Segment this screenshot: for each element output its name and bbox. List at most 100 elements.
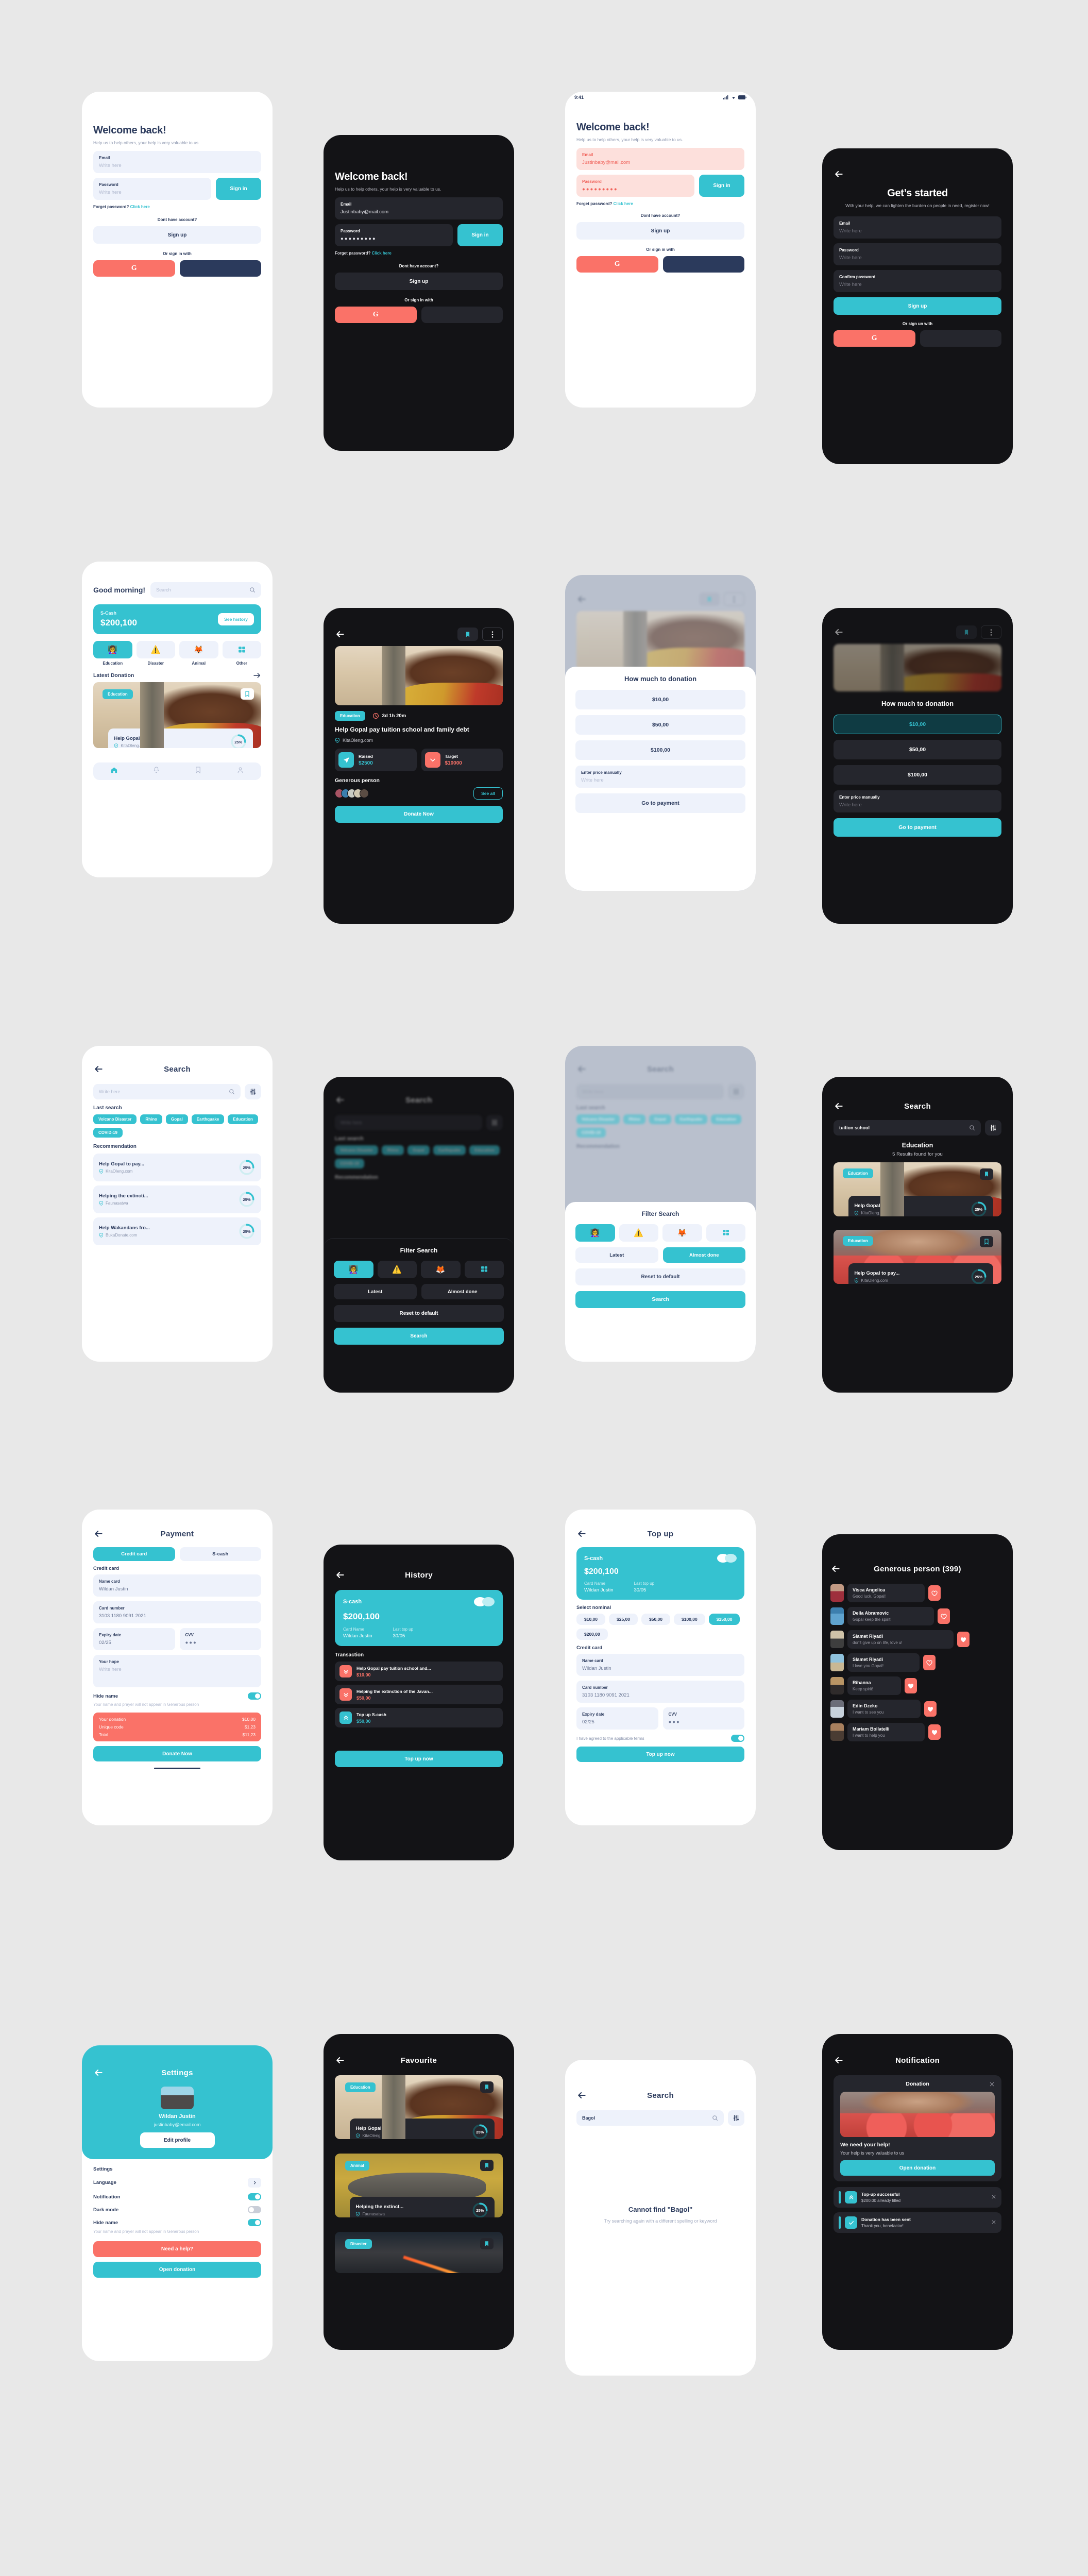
list-item[interactable]: Slamet Riyadi I love you Gopal! — [830, 1653, 1005, 1672]
expiry-input[interactable]: 02/25 — [99, 1640, 169, 1646]
amount-option-100[interactable]: $100,00 — [834, 765, 1001, 785]
donate-now-button[interactable]: Donate Now — [335, 806, 503, 823]
back-button[interactable] — [576, 1529, 587, 1539]
back-button[interactable] — [93, 1529, 104, 1539]
manual-price-field[interactable]: Enter price manually Write here — [575, 766, 745, 788]
tab-profile[interactable] — [236, 766, 244, 776]
nominal-option-selected[interactable]: $150,00 — [708, 1614, 740, 1625]
expiry-field[interactable]: Expiry date 02/25 — [576, 1707, 658, 1730]
forget-password-link[interactable]: Click here — [372, 251, 392, 256]
like-button[interactable] — [957, 1632, 970, 1647]
more-options-button[interactable] — [724, 592, 744, 606]
sort-latest-button[interactable]: Latest — [334, 1284, 417, 1299]
cvv-field[interactable]: CVV ●●● — [662, 1707, 744, 1730]
search-chip[interactable]: COVID-19 — [335, 1159, 364, 1168]
manual-price-input[interactable]: Write here — [581, 777, 740, 783]
hide-name-toggle[interactable] — [248, 1692, 261, 1700]
notification-item[interactable]: Donation has been sent Thank you, benefa… — [834, 2212, 1001, 2233]
search-chip[interactable]: Gopal — [649, 1114, 671, 1124]
bookmark-button[interactable] — [241, 688, 254, 700]
bookmark-button[interactable] — [457, 628, 478, 641]
sort-latest-button[interactable]: Latest — [575, 1247, 658, 1263]
confirm-password-input[interactable]: Write here — [839, 282, 996, 287]
password-field[interactable]: Password Write here — [93, 178, 211, 200]
topup-now-button[interactable]: Top up now — [335, 1751, 503, 1767]
email-input[interactable]: Justinbaby@mail.com — [341, 209, 497, 215]
list-item[interactable]: Help Gopal to pay... KitaOleng.com 25% — [93, 1154, 261, 1181]
notification-item[interactable]: Top-up successful $200.00 already filled — [834, 2187, 1001, 2208]
category-education[interactable]: 👩‍🏫 Education — [93, 641, 132, 666]
signup-button[interactable]: Sign up — [834, 297, 1001, 315]
back-button[interactable] — [834, 2055, 844, 2065]
filter-category-animal[interactable]: 🦊 — [421, 1261, 461, 1278]
nominal-option[interactable]: $200,00 — [576, 1629, 608, 1640]
search-chip[interactable]: Gopal — [166, 1114, 188, 1124]
search-chip[interactable]: Earthquake — [674, 1114, 708, 1124]
signup-button[interactable]: Sign up — [576, 222, 744, 240]
like-button[interactable] — [928, 1724, 941, 1740]
close-button[interactable] — [991, 2193, 996, 2202]
back-button[interactable] — [576, 1064, 587, 1074]
filter-category-other[interactable] — [706, 1224, 745, 1242]
google-signin-button[interactable]: G — [93, 260, 175, 277]
search-chip[interactable]: Volcano Disaster — [335, 1145, 379, 1155]
forget-password-link[interactable]: Click here — [614, 201, 633, 206]
back-button[interactable] — [576, 2090, 587, 2100]
filter-category-disaster[interactable]: ⚠️ — [377, 1261, 417, 1278]
see-all-button[interactable]: See all — [473, 787, 503, 800]
cvv-input[interactable]: ●●● — [185, 1640, 256, 1646]
expiry-field[interactable]: Expiry date 02/25 — [93, 1628, 175, 1650]
amount-option-50[interactable]: $50,00 — [834, 740, 1001, 759]
tab-notifications[interactable] — [152, 766, 160, 776]
category-disaster[interactable]: ⚠️ Disaster — [136, 641, 175, 666]
password-field[interactable]: Password ●●●●●●●●● — [576, 175, 694, 197]
search-chip[interactable]: Education — [228, 1114, 258, 1124]
transaction-row[interactable]: Top up S-cash $50,00 — [335, 1708, 503, 1727]
sort-almost-done-button[interactable]: Almost done — [421, 1284, 504, 1299]
search-chip[interactable]: Earthquake — [191, 1114, 225, 1124]
password-input[interactable]: ●●●●●●●●● — [582, 187, 689, 192]
edit-profile-button[interactable]: Edit profile — [140, 2132, 215, 2148]
manual-price-field[interactable]: Enter price manually Write here — [834, 790, 1001, 812]
email-input[interactable]: Write here — [839, 228, 996, 234]
search-chip[interactable]: Volcano Disaster — [576, 1114, 620, 1124]
email-field[interactable]: Email Write here — [834, 216, 1001, 239]
card-number-field[interactable]: Card number 3103 1180 9091 2021 — [576, 1681, 744, 1703]
amount-option-100[interactable]: $100,00 — [575, 740, 745, 760]
search-input[interactable]: Write here — [93, 1084, 241, 1099]
close-button[interactable] — [991, 2218, 996, 2227]
hide-name-toggle[interactable] — [248, 2219, 261, 2226]
signin-button[interactable]: Sign in — [699, 175, 744, 197]
language-chevron-button[interactable] — [248, 2178, 261, 2188]
name-card-input[interactable]: Wildan Justin — [582, 1666, 739, 1671]
notification-toggle[interactable] — [248, 2193, 261, 2200]
hope-field[interactable]: Your hope Write here — [93, 1655, 261, 1687]
search-input[interactable]: Write here — [576, 1084, 724, 1099]
wallet-card[interactable]: S-Cash $200,100 See history — [93, 604, 261, 634]
nominal-option[interactable]: $50,00 — [641, 1614, 670, 1625]
go-to-payment-button[interactable]: Go to payment — [834, 818, 1001, 837]
list-item[interactable]: Help Wakandans fro... BukaDonate.com 25% — [93, 1217, 261, 1245]
filter-category-animal[interactable]: 🦊 — [662, 1224, 702, 1242]
list-item[interactable]: Edin Dzeko I want to see you — [830, 1700, 1005, 1718]
email-field[interactable]: Email Justinbaby@mail.com — [576, 148, 744, 171]
bookmark-button[interactable] — [980, 1236, 993, 1247]
amount-option-10[interactable]: $10,00 — [575, 690, 745, 709]
password-field[interactable]: Password ●●●●●●●●● — [335, 224, 453, 247]
amount-option-50[interactable]: $50,00 — [575, 715, 745, 735]
back-button[interactable] — [834, 627, 844, 637]
back-button[interactable] — [830, 1564, 841, 1574]
topup-now-button[interactable]: Top up now — [576, 1747, 744, 1762]
signin-button[interactable]: Sign in — [457, 224, 503, 247]
search-input[interactable]: tuition school — [834, 1120, 981, 1136]
favourite-card[interactable]: Education Help Gopal to pay... KitaOleng… — [335, 2075, 503, 2139]
filter-button[interactable] — [728, 2110, 744, 2126]
manual-price-input[interactable]: Write here — [839, 802, 996, 808]
like-button[interactable] — [938, 1608, 950, 1624]
forget-password-link[interactable]: Click here — [130, 205, 150, 209]
like-button[interactable] — [923, 1655, 936, 1670]
apply-search-button[interactable]: Search — [575, 1291, 745, 1308]
list-item[interactable]: Helping the extincti... Faunasatwa 25% — [93, 1185, 261, 1213]
filter-category-disaster[interactable]: ⚠️ — [619, 1224, 658, 1242]
search-icon[interactable] — [249, 587, 256, 593]
